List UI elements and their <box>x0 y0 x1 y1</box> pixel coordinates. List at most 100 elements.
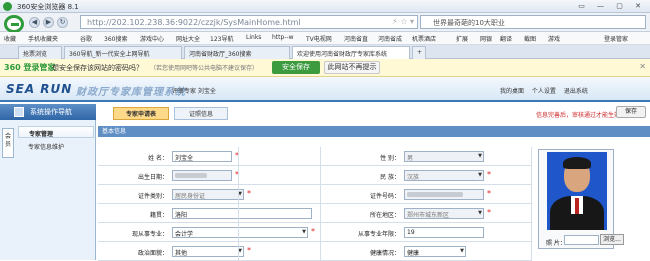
never-prompt-button[interactable]: 此网站不再提示 <box>324 61 380 74</box>
url-dropdown-icon[interactable]: ⚡ ☆ ▾ <box>392 17 414 26</box>
required-mark: * <box>247 189 251 198</box>
bookmark-item[interactable]: 收藏 <box>4 34 16 43</box>
bookmark-item[interactable]: Links <box>246 34 261 41</box>
save-button[interactable]: 保存 <box>616 106 646 118</box>
chevron-down-icon: ▼ <box>478 153 482 159</box>
grid-divider <box>531 147 532 261</box>
gender-label: 性 别： <box>380 155 400 162</box>
member-vertical-tab[interactable]: 会员 <box>2 128 14 158</box>
years-label: 从事专业年限： <box>357 231 400 238</box>
chevron-down-icon: ▼ <box>460 248 464 254</box>
required-mark: * <box>247 246 251 255</box>
bookmark-item[interactable]: 机票酒店 <box>412 34 436 43</box>
name-field[interactable]: 刘宝全 <box>172 151 232 162</box>
password-save-bar: 360 登录管家 想安全保存该网站的密码吗？ （若您使用网吧等公共电脑不建议保存… <box>0 59 650 77</box>
bookmark-item[interactable]: 河南省成 <box>378 34 402 43</box>
politics-select[interactable]: 其他 ▼ <box>172 246 244 257</box>
grid-divider <box>238 147 239 261</box>
bookmark-item[interactable]: 360搜索 <box>104 34 127 43</box>
bookmark-item[interactable]: 123导航 <box>210 34 233 43</box>
browser-tab-active[interactable]: 欢迎使用河南省财政厅专家库系统 <box>292 46 410 59</box>
profile-photo <box>547 152 607 230</box>
ethnicity-select[interactable]: 汉族 ▼ <box>404 170 484 181</box>
form-row: 证件类别： 居民身份证 ▼ * 证件号码： * <box>98 185 531 204</box>
password-hint: （若您使用网吧等公共电脑不建议保存） <box>150 65 259 72</box>
notice-text: 信息完善后，审核通过才能生效 <box>536 112 621 119</box>
left-navigation: 系统操作导航 会员 专家管理 专家信息维护 <box>0 104 96 260</box>
bookmark-item[interactable]: 网银 <box>480 34 492 43</box>
url-path: :9022/czzjk/SysMainHome.html <box>175 18 301 27</box>
bookmark-item[interactable]: 游戏中心 <box>140 34 164 43</box>
search-input[interactable]: 世界最奇葩的10大职业 <box>420 15 646 29</box>
nav-item-expert-info[interactable]: 专家信息维护 <box>28 142 64 151</box>
required-mark: * <box>487 170 491 179</box>
form-row: 政治面貌： 其他 ▼ * 健康情况： 健康 ▼ <box>98 242 531 261</box>
section-title: 基本信息 <box>98 126 650 137</box>
bookmark-item[interactable]: 手机收藏夹 <box>28 34 58 43</box>
monitor-icon <box>14 107 24 117</box>
refresh-button[interactable]: ↻ <box>57 17 68 28</box>
bookmark-item[interactable]: 谷歌 <box>80 34 92 43</box>
region-value: 郑州市城东新区 <box>407 212 450 219</box>
gender-value: 男 <box>407 155 414 162</box>
photo-label: 照 片： <box>546 240 566 247</box>
browser-title: 360安全浏览器 8.1 <box>17 3 79 11</box>
app-logo: SEA RUN <box>6 82 73 96</box>
bookmark-item[interactable]: 登录管家 <box>604 34 628 43</box>
grid-divider <box>320 147 321 261</box>
browser-tab[interactable]: 河南省财政厅_360搜索 <box>184 46 290 59</box>
close-icon[interactable]: ✕ <box>639 62 646 71</box>
native-place-field[interactable]: 洛阳 <box>172 208 312 219</box>
back-button[interactable]: ◀ <box>29 17 40 28</box>
years-field[interactable]: 19 <box>404 227 484 238</box>
browser-home-logo-icon[interactable] <box>4 15 24 33</box>
bookmark-item[interactable]: 扩展 <box>456 34 468 43</box>
browser-tab[interactable]: 360导航_新一代安全上网导航 <box>64 46 182 59</box>
birth-date-field[interactable] <box>172 170 232 181</box>
chevron-down-icon: ▼ <box>478 172 482 178</box>
form-row: 出生日期： * 民 族： 汉族 ▼ * <box>98 166 531 185</box>
tab-application-form[interactable]: 专家申请表 <box>113 107 169 120</box>
bookmark-item[interactable]: 网址大全 <box>176 34 200 43</box>
photo-file-input[interactable] <box>564 235 599 245</box>
url-input[interactable]: http://202.102.238.36:9022/czzjk/SysMain… <box>80 15 418 29</box>
secure-save-button[interactable]: 安全保存 <box>272 61 320 74</box>
name-label: 姓 名： <box>148 155 168 162</box>
health-value: 健康 <box>407 250 420 257</box>
forward-button[interactable]: ▶ <box>43 17 54 28</box>
major-select[interactable]: 会计学 ▼ <box>172 227 308 238</box>
login-manager-brand: 360 登录管家 <box>4 63 56 72</box>
new-tab-button[interactable]: + <box>412 46 426 59</box>
header-links[interactable]: 我的桌面 个人设置 退出系统 <box>500 86 588 95</box>
window-controls[interactable]: ▭ — ▢ ✕ <box>578 2 646 10</box>
ethnicity-label: 民 族： <box>380 174 400 181</box>
tab-license-info[interactable]: 证照信息 <box>174 107 228 120</box>
health-select[interactable]: 健康 ▼ <box>404 246 466 257</box>
system-name: 财政厅专家库管理系统 <box>76 87 186 98</box>
bookmark-item[interactable]: 翻译 <box>500 34 512 43</box>
id-number-label: 证件号码： <box>369 193 400 200</box>
nav-title: 系统操作导航 <box>0 104 96 120</box>
health-label: 健康情况： <box>369 250 400 257</box>
search-text: 世界最奇葩的10大职业 <box>433 19 505 27</box>
nav-title-text: 系统操作导航 <box>30 108 72 116</box>
region-label: 所在地区： <box>369 212 400 219</box>
bookmarks-bar: 收藏 手机收藏夹 谷歌 360搜索 游戏中心 网址大全 123导航 Links … <box>0 32 650 45</box>
bookmark-item[interactable]: http--w <box>272 34 294 41</box>
nav-group-expert-management[interactable]: 专家管理 <box>18 126 94 138</box>
birth-date-label: 出生日期： <box>137 174 168 181</box>
form-row: 现从事专业： 会计学 ▼ * 从事专业年限： 19 <box>98 223 531 242</box>
id-number-field[interactable] <box>404 189 484 200</box>
major-label: 现从事专业： <box>131 231 168 238</box>
bookmark-item[interactable]: 河南省直 <box>344 34 368 43</box>
gender-select[interactable]: 男 ▼ <box>404 151 484 162</box>
id-type-select[interactable]: 居民身份证 ▼ <box>172 189 244 200</box>
bookmark-item[interactable]: 游戏 <box>548 34 560 43</box>
form-row: 姓 名： 刘宝全 * 性 别： 男 ▼ <box>98 147 531 166</box>
bookmark-item[interactable]: 截图 <box>524 34 536 43</box>
browser-tab[interactable]: 抢票浏览 <box>18 46 62 59</box>
browser-logo-icon <box>3 2 12 11</box>
region-select[interactable]: 郑州市城东新区 ▼ <box>404 208 484 219</box>
browse-button[interactable]: 浏览... <box>600 234 624 245</box>
bookmark-item[interactable]: TV电视网 <box>306 34 332 43</box>
